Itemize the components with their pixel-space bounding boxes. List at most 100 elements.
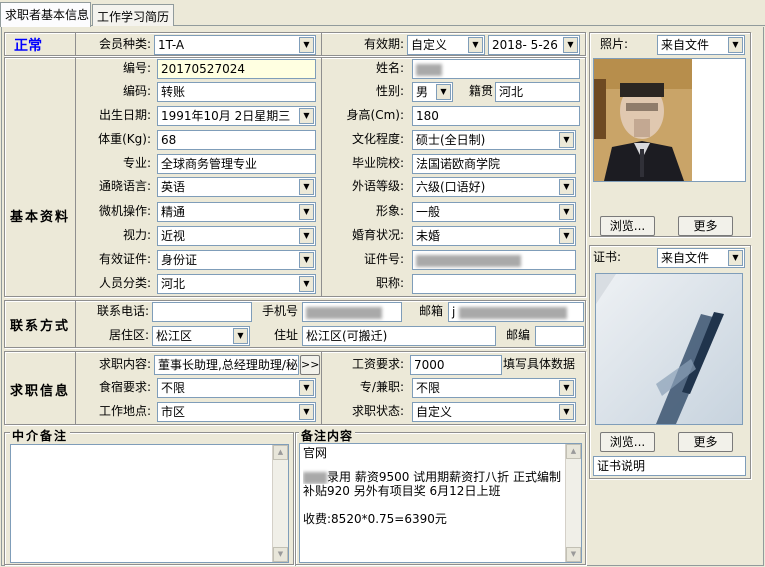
membership-select[interactable]: 1T-A ▼ [154, 35, 316, 55]
name-field[interactable] [412, 59, 580, 79]
job-status-select[interactable]: 自定义 ▼ [412, 402, 576, 422]
language-select[interactable]: 英语 ▼ [157, 177, 316, 197]
computer-label: 微机操作: [98, 204, 151, 218]
note-line-4 [303, 498, 578, 512]
location-select[interactable]: 市区 ▼ [157, 402, 316, 422]
chevron-down-icon[interactable]: ▼ [468, 37, 483, 53]
chevron-down-icon[interactable]: ▼ [559, 204, 574, 220]
chevron-down-icon[interactable]: ▼ [299, 228, 314, 244]
chevron-down-icon[interactable]: ▼ [559, 132, 574, 148]
note-line-2: 录用 薪资9500 试用期薪资打八折 正式编制 [327, 470, 561, 484]
redacted-email [459, 306, 568, 319]
school-field[interactable]: 法国诺欧商学院 [412, 154, 576, 174]
applicant-photo [594, 59, 692, 181]
board-select[interactable]: 不限 ▼ [157, 378, 316, 398]
certificate-frame [595, 273, 743, 425]
note-content-textarea[interactable]: 官网 录用 薪资9500 试用期薪资打八折 正式编制 补贴920 另外有项目奖 … [299, 443, 582, 563]
chevron-down-icon[interactable]: ▼ [728, 37, 743, 53]
postcode-label: 邮编 [505, 328, 530, 342]
gender-value: 男 [416, 85, 429, 99]
computer-value: 精通 [161, 205, 186, 219]
chevron-down-icon[interactable]: ▼ [233, 328, 248, 344]
computer-select[interactable]: 精通 ▼ [157, 202, 316, 222]
chevron-down-icon[interactable]: ▼ [299, 380, 314, 396]
postcode-field[interactable] [535, 326, 584, 346]
id-type-label: 有效证件: [98, 252, 151, 266]
gender-select[interactable]: 男 ▼ [412, 82, 453, 102]
chevron-down-icon[interactable]: ▼ [559, 228, 574, 244]
chevron-down-icon[interactable]: ▼ [299, 404, 314, 420]
tab-basic-info[interactable]: 求职者基本信息 [0, 2, 91, 27]
job-status-value: 自定义 [416, 405, 453, 419]
chevron-down-icon[interactable]: ▼ [299, 204, 314, 220]
scroll-down-icon[interactable]: ▼ [273, 547, 288, 562]
chevron-down-icon[interactable]: ▼ [299, 252, 314, 268]
chevron-down-icon[interactable]: ▼ [559, 179, 574, 195]
certificate-source-select[interactable]: 来自文件 ▼ [657, 248, 745, 268]
chevron-down-icon[interactable]: ▼ [728, 250, 743, 266]
birth-date-picker[interactable]: 1991年10月 2日星期三 ▼ [157, 106, 316, 126]
origin-label: 籍贯 [468, 84, 493, 98]
language-level-select[interactable]: 六级(口语好) ▼ [412, 177, 576, 197]
scrollbar[interactable]: ▲ ▼ [565, 444, 581, 562]
certificate-more-button[interactable]: 更多 [678, 432, 733, 452]
address-field[interactable]: 松江区(可搬迁) [302, 326, 496, 346]
job-content-more-button[interactable]: >> [300, 355, 320, 375]
certificate-description-field[interactable]: 证书说明 [593, 456, 746, 476]
scroll-down-icon[interactable]: ▼ [566, 547, 581, 562]
note-content-title: 备注内容 [299, 427, 356, 444]
photo-browse-button[interactable]: 浏览... [600, 216, 655, 236]
title-field[interactable] [412, 274, 576, 294]
major-field[interactable]: 全球商务管理专业 [157, 154, 316, 174]
title-label: 职称: [375, 276, 404, 290]
chevron-down-icon[interactable]: ▼ [559, 380, 574, 396]
chevron-down-icon[interactable]: ▼ [299, 108, 314, 124]
education-select[interactable]: 硕士(全日制) ▼ [412, 130, 576, 150]
job-content-field[interactable]: 董事长助理,总经理助理/秘 [154, 355, 299, 375]
tab-resume[interactable]: 工作学习简历 [92, 4, 174, 26]
origin-field[interactable]: 河北 [495, 82, 580, 102]
validity-mode-select[interactable]: 自定义 ▼ [407, 35, 485, 55]
tab-bar: 求职者基本信息 工作学习简历 [0, 0, 765, 27]
category-select[interactable]: 河北 ▼ [157, 274, 316, 294]
scroll-up-icon[interactable]: ▲ [566, 444, 581, 459]
email-field[interactable]: j [448, 302, 584, 322]
code-field[interactable]: 转账 [157, 82, 316, 102]
chevron-down-icon[interactable]: ▼ [563, 37, 578, 53]
chevron-down-icon[interactable]: ▼ [299, 179, 314, 195]
scroll-up-icon[interactable]: ▲ [273, 445, 288, 460]
weight-field[interactable]: 68 [157, 130, 316, 150]
fulltime-label: 专/兼职: [359, 380, 404, 394]
location-label: 工作地点: [98, 404, 151, 418]
appearance-select[interactable]: 一般 ▼ [412, 202, 576, 222]
phone-field[interactable] [152, 302, 252, 322]
id-number-field[interactable] [412, 250, 576, 270]
chevron-down-icon[interactable]: ▼ [299, 37, 314, 53]
validity-date-picker[interactable]: 2018- 5-26 ▼ [488, 35, 580, 55]
photo-more-button[interactable]: 更多 [678, 216, 733, 236]
height-field[interactable]: 180 [412, 106, 580, 126]
mobile-field[interactable] [302, 302, 402, 322]
chevron-down-icon[interactable]: ▼ [299, 276, 314, 292]
phone-label: 联系电话: [96, 304, 149, 318]
number-field[interactable]: 20170527024 [157, 59, 316, 79]
section-basic-title: 基本资料 [10, 210, 71, 225]
id-type-select[interactable]: 身份证 ▼ [157, 250, 316, 270]
id-type-value: 身份证 [161, 253, 198, 267]
scrollbar[interactable]: ▲ ▼ [272, 445, 288, 562]
chevron-down-icon[interactable]: ▼ [436, 84, 451, 100]
language-level-label: 外语等级: [351, 179, 404, 193]
code-label: 编码: [122, 84, 151, 98]
location-value: 市区 [161, 405, 186, 419]
district-select[interactable]: 松江区 ▼ [152, 326, 250, 346]
agent-note-textarea[interactable]: ▲ ▼ [10, 444, 289, 563]
chevron-down-icon[interactable]: ▼ [559, 404, 574, 420]
certificate-browse-button[interactable]: 浏览... [600, 432, 655, 452]
photo-source-select[interactable]: 来自文件 ▼ [657, 35, 745, 55]
membership-value: 1T-A [158, 38, 185, 52]
fulltime-value: 不限 [416, 381, 441, 395]
vision-select[interactable]: 近视 ▼ [157, 226, 316, 246]
marital-select[interactable]: 未婚 ▼ [412, 226, 576, 246]
fulltime-select[interactable]: 不限 ▼ [412, 378, 576, 398]
salary-field[interactable]: 7000 [410, 355, 502, 375]
